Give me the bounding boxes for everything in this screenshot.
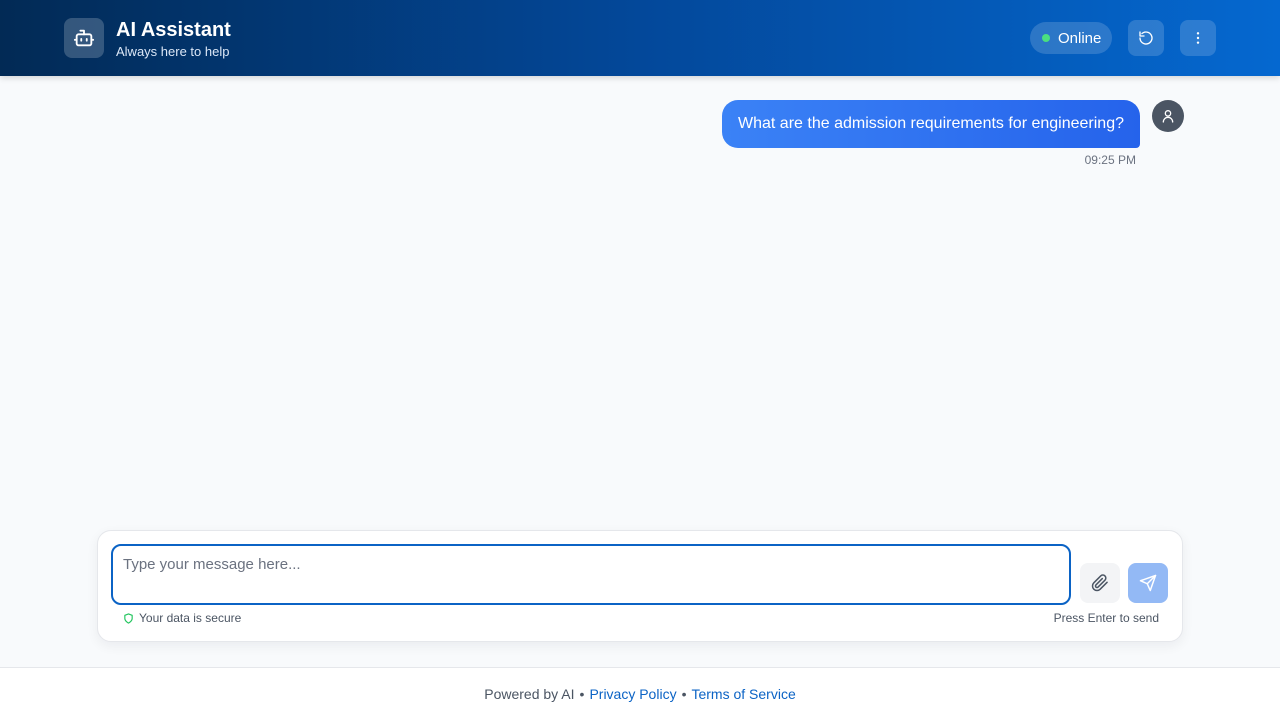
user-message-bubble: What are the admission requirements for … — [722, 100, 1140, 148]
status-badge: Online — [1030, 22, 1112, 54]
attach-file-button[interactable] — [1080, 563, 1120, 603]
message-input[interactable] — [111, 544, 1071, 605]
footer-separator: • — [579, 686, 585, 702]
more-options-button[interactable] — [1180, 20, 1216, 56]
online-dot-icon — [1042, 34, 1050, 42]
refresh-button[interactable] — [1128, 20, 1164, 56]
page-footer: Powered by AI • Privacy Policy • Terms o… — [0, 667, 1280, 720]
send-hint: Press Enter to send — [1053, 611, 1159, 625]
app-header: AI Assistant Always here to help Online — [0, 0, 1280, 76]
shield-icon — [124, 612, 133, 624]
send-button[interactable] — [1128, 563, 1168, 603]
message-composer: Your data is secure Press Enter to send — [97, 530, 1183, 642]
status-label: Online — [1058, 29, 1102, 47]
security-note: Your data is secure — [123, 611, 241, 625]
more-vertical-icon — [1196, 32, 1200, 44]
security-note-label: Your data is secure — [139, 611, 242, 625]
app-subtitle: Always here to help — [116, 44, 230, 59]
powered-by-label: Powered by AI — [484, 686, 575, 702]
message-timestamp: 09:25 PM — [1084, 153, 1136, 167]
refresh-icon — [1139, 31, 1153, 45]
user-avatar — [1152, 100, 1184, 132]
robot-icon — [64, 18, 104, 58]
user-icon — [1162, 110, 1174, 123]
footer-separator: • — [681, 686, 687, 702]
send-icon — [1139, 574, 1157, 592]
app-title: AI Assistant — [116, 19, 231, 41]
terms-of-service-link[interactable]: Terms of Service — [691, 686, 795, 702]
paperclip-icon — [1091, 574, 1108, 592]
privacy-policy-link[interactable]: Privacy Policy — [589, 686, 676, 702]
